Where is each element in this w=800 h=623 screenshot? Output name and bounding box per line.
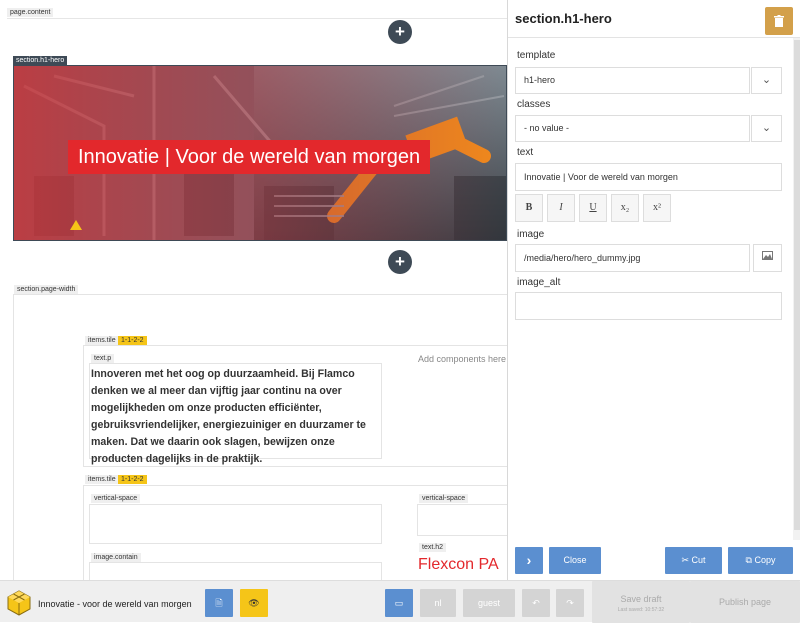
vertical-space-tag[interactable]: vertical-space: [91, 494, 141, 503]
hero-title[interactable]: Innovatie | Voor de wereld van morgen: [68, 140, 431, 174]
template-select[interactable]: h1-hero: [515, 67, 750, 94]
image-contain-tag[interactable]: image.contain: [91, 553, 141, 562]
classes-label: classes: [517, 99, 551, 110]
panel-body: template h1-hero ⌄ classes - no value - …: [508, 38, 793, 540]
text-input[interactable]: Innovatie | Voor de wereld van morgen: [515, 163, 782, 191]
bottom-toolbar: Innovatie - voor de wereld van morgen 🗎 …: [0, 580, 800, 623]
underline-button[interactable]: U: [579, 194, 607, 222]
items-tile-tag-2[interactable]: items.tile: [85, 475, 119, 484]
chevron-down-icon: ⌄: [761, 74, 772, 86]
publish-page-button[interactable]: Publish page: [690, 581, 800, 623]
hero-section-tag[interactable]: section.h1-hero: [13, 56, 68, 65]
user-button[interactable]: guest: [463, 589, 515, 617]
language-button[interactable]: nl: [420, 589, 456, 617]
hero-section[interactable]: Innovatie | Voor de wereld van morgen: [13, 65, 507, 241]
undo-icon: ↶: [532, 598, 540, 608]
divider: [7, 18, 507, 19]
page-settings-button[interactable]: 🗎: [205, 589, 233, 617]
redo-button[interactable]: ↷: [556, 589, 584, 617]
vertical-space-block[interactable]: [89, 504, 382, 544]
template-label: template: [517, 50, 556, 61]
properties-panel: section.h1-hero template h1-hero ⌄ class…: [507, 0, 800, 580]
save-draft-label: Save draft: [620, 594, 662, 604]
preview-button[interactable]: 👁: [240, 589, 268, 617]
text-h2-tag[interactable]: text.h2: [419, 543, 447, 552]
copy-button[interactable]: ⧉ Copy: [728, 547, 793, 574]
italic-button[interactable]: I: [547, 194, 575, 222]
tile-layout-badge: 1-1-2-2: [118, 336, 147, 345]
last-saved-label: Last saved: 10:57:32: [617, 607, 665, 613]
cut-button[interactable]: ✂ Cut: [665, 547, 722, 574]
next-button[interactable]: ›: [515, 547, 543, 574]
page-canvas: page.content + section.h1-hero Innovatie…: [0, 0, 507, 580]
panel-scrollbar[interactable]: [793, 38, 800, 540]
subscript-button[interactable]: x₂: [611, 194, 639, 222]
add-section-button-top[interactable]: +: [388, 20, 412, 44]
image-alt-label: image_alt: [517, 277, 561, 288]
device-preview-button[interactable]: ▭: [385, 589, 413, 617]
image-label: image: [517, 229, 545, 240]
save-draft-button[interactable]: Save draft Last saved: 10:57:32: [592, 581, 690, 623]
classes-select[interactable]: - no value -: [515, 115, 750, 142]
template-dropdown-button[interactable]: ⌄: [751, 67, 782, 94]
classes-dropdown-button[interactable]: ⌄: [751, 115, 782, 142]
image-alt-input[interactable]: [515, 292, 782, 320]
superscript-button[interactable]: x²: [643, 194, 671, 222]
tile-layout-badge-2: 1-1-2-2: [118, 475, 147, 484]
page-name: Innovatie - voor de wereld van morgen: [38, 599, 192, 609]
cut-label: Cut: [691, 555, 706, 565]
bold-button[interactable]: B: [515, 194, 543, 222]
copy-label: Copy: [754, 555, 776, 565]
panel-footer: › Close ✂ Cut ⧉ Copy: [508, 540, 800, 580]
flexcon-heading[interactable]: Flexcon PA: [418, 556, 499, 574]
chevron-down-icon: ⌄: [761, 122, 772, 134]
image-contain-block[interactable]: [89, 562, 382, 580]
panel-header: section.h1-hero: [508, 0, 800, 38]
close-button[interactable]: Close: [549, 547, 601, 574]
items-tile-tag[interactable]: items.tile: [85, 336, 119, 345]
eye-icon: 👁: [248, 598, 260, 608]
redo-icon: ↷: [566, 598, 574, 608]
image-browse-button[interactable]: [753, 244, 782, 272]
image-icon: [762, 251, 773, 260]
vertical-space-tag-2[interactable]: vertical-space: [419, 494, 469, 503]
monitor-icon: ▭: [394, 598, 404, 608]
delete-button[interactable]: [765, 7, 793, 35]
panel-title: section.h1-hero: [515, 11, 612, 26]
undo-button[interactable]: ↶: [522, 589, 550, 617]
body-paragraph[interactable]: Innoveren met het oog op duurzaamheid. B…: [91, 366, 383, 468]
text-p-tag[interactable]: text.p: [91, 354, 115, 363]
trash-icon: [774, 15, 784, 27]
page-width-section-tag[interactable]: section.page-width: [14, 285, 79, 294]
page-content-tag: page.content: [7, 8, 54, 17]
image-input[interactable]: /media/hero/hero_dummy.jpg: [515, 244, 750, 272]
vertical-space-block-2[interactable]: [417, 504, 507, 536]
document-icon: 🗎: [215, 598, 223, 608]
text-label: text: [517, 147, 534, 158]
scissors-icon: ✂: [681, 555, 692, 565]
add-section-button-bottom[interactable]: +: [388, 250, 412, 274]
scrollbar-thumb[interactable]: [794, 40, 800, 530]
app-logo-icon: [7, 590, 31, 616]
add-components-hint[interactable]: Add components here: [418, 354, 506, 364]
